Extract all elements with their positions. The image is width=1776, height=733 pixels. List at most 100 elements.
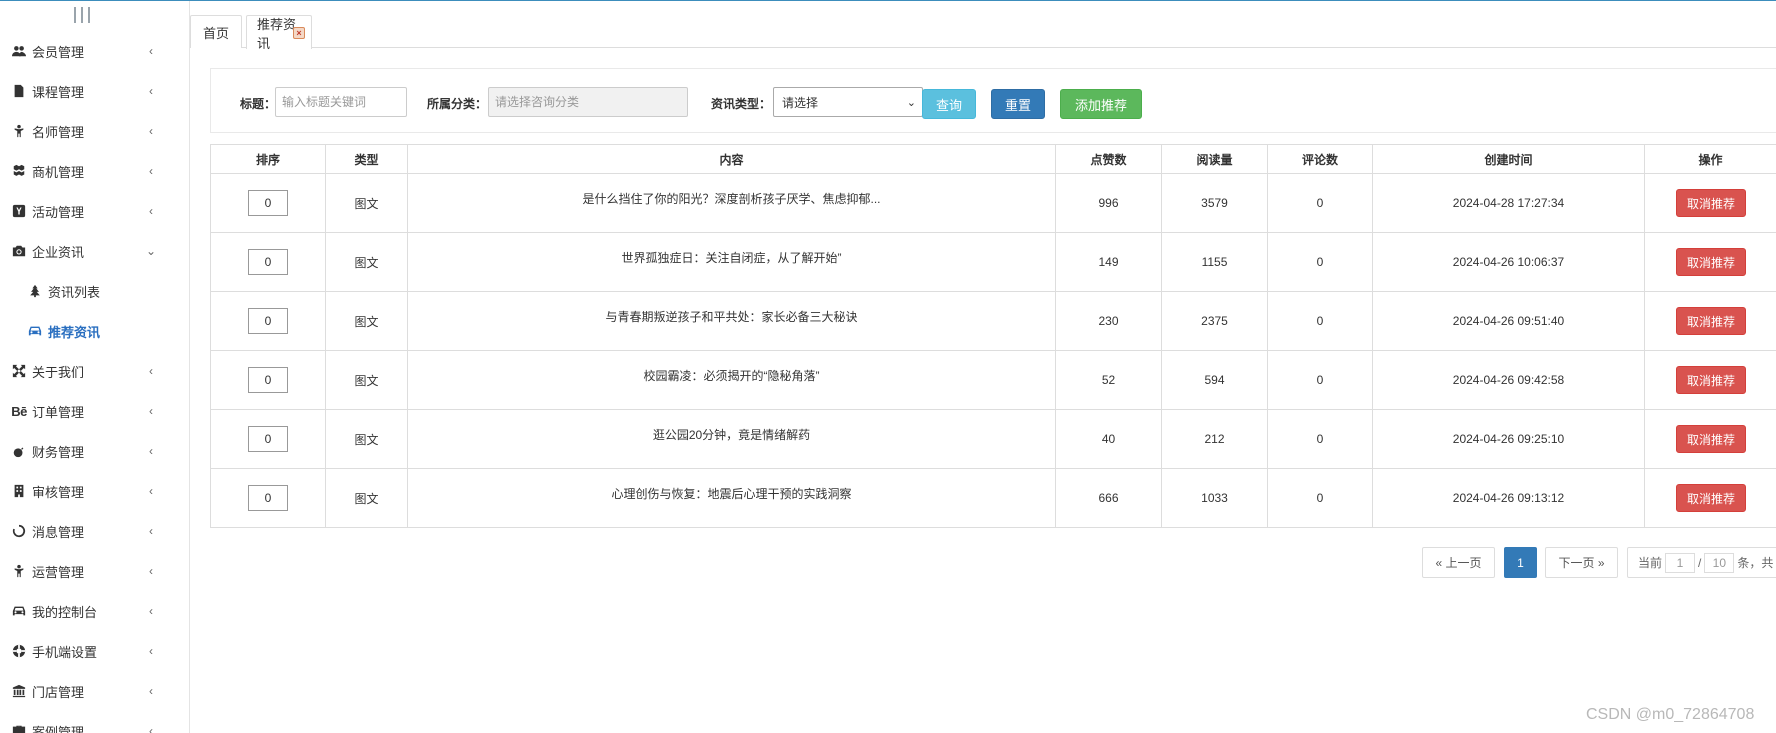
reads-cell: 212: [1161, 409, 1268, 469]
circle-notch-icon: [10, 523, 28, 539]
sort-input[interactable]: 0: [248, 367, 288, 393]
type-select[interactable]: 请选择 ⌄: [773, 87, 923, 117]
header-likes[interactable]: 点赞数: [1055, 144, 1162, 174]
created-cell: 2024-04-26 09:42:58: [1372, 350, 1645, 410]
close-icon[interactable]: ×: [293, 27, 305, 39]
sidebar-item-activities[interactable]: 活动管理 ‹: [0, 191, 189, 231]
title-search-input[interactable]: [275, 87, 407, 117]
cancel-recommendation-button[interactable]: 取消推荐: [1676, 484, 1746, 512]
chevron-left-icon: ‹: [149, 724, 153, 733]
sidebar-item-messages[interactable]: 消息管理 ‹: [0, 511, 189, 551]
page-1-button[interactable]: 1: [1504, 547, 1537, 578]
sidebar-item-members[interactable]: 会员管理 ‹: [0, 31, 189, 71]
sidebar-item-stores[interactable]: 门店管理 ‹: [0, 671, 189, 711]
page-number-input[interactable]: 1: [1665, 552, 1696, 573]
sidebar-item-cases[interactable]: 案例管理 ‹: [0, 711, 189, 733]
tab-home[interactable]: 首页: [190, 15, 242, 48]
type-select-value: 请选择: [782, 95, 819, 110]
created-cell: 2024-04-26 09:51:40: [1372, 291, 1645, 351]
sidebar-item-label: 手机端设置: [32, 644, 98, 660]
type-cell: 图文: [325, 409, 408, 469]
query-button[interactable]: 查询: [922, 89, 976, 119]
pagination-separator: /: [1698, 555, 1702, 570]
sort-input[interactable]: 0: [248, 249, 288, 275]
sidebar-item-business[interactable]: 商机管理 ‹: [0, 151, 189, 191]
sidebar-item-label: 我的控制台: [32, 604, 98, 620]
type-cell: 图文: [325, 232, 408, 292]
type-cell: 图文: [325, 350, 408, 410]
reads-cell: 2375: [1161, 291, 1268, 351]
main-content: 首页 推荐资讯 × 标题： 所属分类： 资讯类型： 请选择 ⌄ 查询 重置 添加…: [190, 1, 1776, 733]
created-cell: 2024-04-28 17:27:34: [1372, 173, 1645, 233]
sidebar-menu: 会员管理 ‹ 课程管理 ‹ 名师管理 ‹ 商机管理 ‹ 活动管理 ‹ 企业资讯 …: [0, 31, 189, 733]
sidebar-item-label: 名师管理: [32, 124, 85, 140]
case-icon: [10, 723, 28, 733]
reads-cell: 594: [1161, 350, 1268, 410]
sidebar-item-enterprise-news[interactable]: 企业资讯 ⌄: [0, 231, 189, 271]
car-icon: [26, 323, 44, 339]
child-icon: [10, 123, 28, 139]
sidebar-toggle-icon[interactable]: [74, 7, 90, 25]
sidebar-item-teachers[interactable]: 名师管理 ‹: [0, 111, 189, 151]
header-reads[interactable]: 阅读量: [1161, 144, 1268, 174]
expand-icon: [10, 363, 28, 379]
likes-cell: 666: [1055, 468, 1162, 528]
sidebar-item-mobile-settings[interactable]: 手机端设置 ‹: [0, 631, 189, 671]
sidebar-item-console[interactable]: 我的控制台 ‹: [0, 591, 189, 631]
sidebar-item-orders[interactable]: Bē 订单管理 ‹: [0, 391, 189, 431]
type-cell: 图文: [325, 468, 408, 528]
created-cell: 2024-04-26 10:06:37: [1372, 232, 1645, 292]
table-header-row: 排序 类型 内容 点赞数 阅读量 评论数 创建时间 操作: [210, 144, 1776, 174]
page-size-input[interactable]: 10: [1704, 552, 1735, 573]
chevron-left-icon: ‹: [149, 564, 153, 578]
sidebar-item-label: 消息管理: [32, 524, 85, 540]
cancel-recommendation-button[interactable]: 取消推荐: [1676, 425, 1746, 453]
cancel-recommendation-button[interactable]: 取消推荐: [1676, 307, 1746, 335]
sidebar-item-about-us[interactable]: 关于我们 ‹: [0, 351, 189, 391]
header-comments[interactable]: 评论数: [1267, 144, 1373, 174]
table-row: 0 图文 世界孤独症日：关注自闭症，从了解开始” 149 1155 0 2024…: [210, 232, 1776, 292]
chevron-down-icon: ⌄: [906, 97, 916, 109]
sidebar-subitem-news-list[interactable]: 资讯列表: [0, 271, 189, 311]
tab-recommended-news[interactable]: 推荐资讯 ×: [246, 15, 312, 51]
add-recommendation-button[interactable]: 添加推荐: [1060, 89, 1142, 119]
sidebar-item-operations[interactable]: 运营管理 ‹: [0, 551, 189, 591]
sidebar-item-label: 订单管理: [32, 404, 85, 420]
likes-cell: 52: [1055, 350, 1162, 410]
chevron-left-icon: ‹: [149, 484, 153, 498]
table-row: 0 图文 是什么挡住了你的阳光？深度剖析孩子厌学、焦虑抑郁... 996 357…: [210, 173, 1776, 233]
sort-input[interactable]: 0: [248, 426, 288, 452]
category-select-input[interactable]: [488, 87, 688, 117]
header-content[interactable]: 内容: [407, 144, 1056, 174]
sort-input[interactable]: 0: [248, 190, 288, 216]
bomb-icon: [10, 443, 28, 459]
pagination-info: 当前 1 / 10 条，共: [1627, 547, 1776, 578]
header-sort[interactable]: 排序: [210, 144, 326, 174]
header-type[interactable]: 类型: [325, 144, 408, 174]
created-cell: 2024-04-26 09:25:10: [1372, 409, 1645, 469]
reads-cell: 1033: [1161, 468, 1268, 528]
next-page-button[interactable]: 下一页 »: [1545, 547, 1618, 578]
chevron-left-icon: ‹: [149, 364, 153, 378]
prev-page-button[interactable]: « 上一页: [1422, 547, 1495, 578]
likes-cell: 149: [1055, 232, 1162, 292]
sidebar-item-label: 审核管理: [32, 484, 85, 500]
sort-input[interactable]: 0: [248, 308, 288, 334]
cancel-recommendation-button[interactable]: 取消推荐: [1676, 366, 1746, 394]
sort-input[interactable]: 0: [248, 485, 288, 511]
tree-icon: [26, 283, 44, 299]
tab-label: 首页: [202, 25, 229, 41]
sidebar-item-finance[interactable]: 财务管理 ‹: [0, 431, 189, 471]
header-created[interactable]: 创建时间: [1372, 144, 1645, 174]
table-row: 0 图文 与青春期叛逆孩子和平共处：家长必备三大秘诀 230 2375 0 20…: [210, 291, 1776, 351]
reset-button[interactable]: 重置: [991, 89, 1045, 119]
cancel-recommendation-button[interactable]: 取消推荐: [1676, 248, 1746, 276]
type-cell: 图文: [325, 173, 408, 233]
sidebar-item-courses[interactable]: 课程管理 ‹: [0, 71, 189, 111]
created-cell: 2024-04-26 09:13:12: [1372, 468, 1645, 528]
sidebar-subitem-recommended-news[interactable]: 推荐资讯: [0, 311, 189, 351]
bank-icon: [10, 683, 28, 699]
comments-cell: 0: [1267, 350, 1373, 410]
cancel-recommendation-button[interactable]: 取消推荐: [1676, 189, 1746, 217]
sidebar-item-review[interactable]: 审核管理 ‹: [0, 471, 189, 511]
